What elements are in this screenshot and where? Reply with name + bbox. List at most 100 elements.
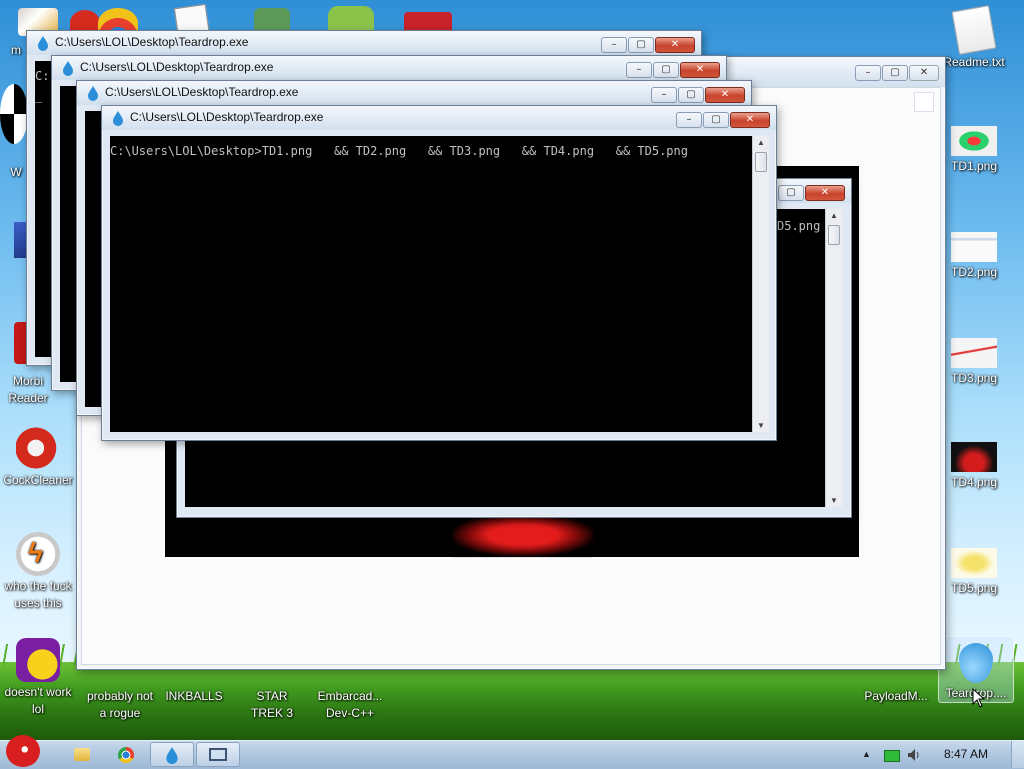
taskbar-chrome-button[interactable] <box>106 742 144 767</box>
minimize-button[interactable]: – <box>651 87 677 103</box>
taskbar-clock[interactable]: 8:47 AM <box>944 747 988 761</box>
taskbar-explorer-button[interactable] <box>62 742 100 767</box>
scroll-up-arrow[interactable]: ▲ <box>826 211 842 220</box>
desktop-icon-label: PayloadM... <box>864 689 928 703</box>
window-switch-icon <box>209 748 227 761</box>
desktop-icon-label: m <box>11 43 21 57</box>
partial-console-text: D5.png <box>777 219 821 233</box>
tray-show-hidden-arrow[interactable]: ▲ <box>862 749 871 759</box>
desktop-icon-label: doesn't work lol <box>4 685 72 716</box>
volume-icon[interactable] <box>906 747 922 763</box>
window-controls: – ▢ ✕ <box>854 65 939 81</box>
desktop-icon-label: Embarcad... Dev-C++ <box>317 689 383 720</box>
close-button[interactable]: ✕ <box>909 65 939 81</box>
desktop-icon-doesnt-work[interactable]: doesn't work lol <box>0 638 76 718</box>
taskbar-teardrop-button[interactable] <box>150 742 194 767</box>
desktop-icon-label: W <box>10 165 22 179</box>
vertical-scrollbar[interactable]: ▲ ▼ <box>752 136 769 432</box>
desktop-icon-td5[interactable]: TD5.png <box>936 548 1012 597</box>
maximize-button[interactable]: ▢ <box>653 62 679 78</box>
maximize-button[interactable]: ▢ <box>778 185 804 201</box>
console-output: C:\Users\LOL\Desktop>TD1.png && TD2.png … <box>110 136 752 432</box>
desktop-icon-readme[interactable]: Readme.txt <box>936 5 1012 71</box>
desktop-icon-td1[interactable]: TD1.png <box>936 126 1012 175</box>
taskbar: ▲ 8:47 AM <box>0 735 1024 769</box>
scroll-down-arrow[interactable]: ▼ <box>826 496 842 505</box>
desktop-icon-inkballs[interactable]: INKBALLS <box>156 688 232 705</box>
minimize-button[interactable]: – <box>601 37 627 53</box>
ccleaner-icon <box>16 426 60 470</box>
minimize-button[interactable]: – <box>626 62 652 78</box>
desktop-icon-payloadm[interactable]: PayloadM... <box>858 688 934 705</box>
chrome-icon <box>118 747 134 763</box>
taskbar-window-button[interactable] <box>196 742 240 767</box>
desktop-icon-label: Morbi Reader <box>8 374 48 405</box>
pinwheel-icon[interactable] <box>0 84 28 144</box>
folder-icon <box>74 748 90 761</box>
small-white-box <box>914 92 934 112</box>
desktop-icon-label: probably not a rogue <box>86 689 154 720</box>
close-button[interactable]: ✕ <box>730 112 770 128</box>
maximize-button[interactable]: ▢ <box>628 37 654 53</box>
td1-thumbnail-icon <box>951 126 997 156</box>
window-controls: – ▢ ✕ <box>650 87 745 103</box>
scroll-thumb[interactable] <box>755 152 767 172</box>
desktop-icon-label: INKBALLS <box>165 689 223 703</box>
close-button[interactable]: ✕ <box>805 185 845 201</box>
battery-icon[interactable] <box>884 750 900 762</box>
window-title: C:\Users\LOL\Desktop\Teardrop.exe <box>55 35 249 49</box>
close-button[interactable]: ✕ <box>655 37 695 53</box>
desktop-icon-label: TD1.png <box>950 159 998 173</box>
scroll-thumb[interactable] <box>828 225 840 245</box>
minimize-button[interactable]: – <box>676 112 702 128</box>
close-button[interactable]: ✕ <box>680 62 720 78</box>
desktop-icon-label: who the fuck uses this <box>4 579 72 610</box>
minimize-button[interactable]: – <box>855 65 881 81</box>
lightning-icon: ϟ <box>16 532 60 576</box>
teardrop-icon <box>166 747 178 764</box>
maximize-button[interactable]: ▢ <box>678 87 704 103</box>
teardrop-icon <box>63 61 73 76</box>
window-title: C:\Users\LOL\Desktop\Teardrop.exe <box>80 60 274 74</box>
angry-bird-start-icon <box>6 735 40 767</box>
window-controls: ▢ ✕ <box>777 185 845 201</box>
desktop: m W Morbi Reader CockCleaner ϟ who the f… <box>0 0 1024 740</box>
desktop-icon-td2[interactable]: TD2.png <box>936 232 1012 281</box>
console-cursor: _ <box>35 89 43 103</box>
teardrop-icon <box>88 86 98 101</box>
desktop-icon-label: Readme.txt <box>943 55 1005 69</box>
window-controls: – ▢ ✕ <box>600 37 695 53</box>
yahoo-messenger-icon <box>16 638 60 682</box>
window-controls: – ▢ ✕ <box>675 112 770 128</box>
td4-red-glow <box>453 514 593 556</box>
td5-thumbnail-icon <box>951 548 997 578</box>
scroll-up-arrow[interactable]: ▲ <box>753 138 769 147</box>
show-desktop-button[interactable] <box>1011 741 1024 768</box>
scroll-down-arrow[interactable]: ▼ <box>753 421 769 430</box>
window-title: C:\Users\LOL\Desktop\Teardrop.exe <box>105 85 299 99</box>
desktop-icon-probably-not-a-rogue[interactable]: probably not a rogue <box>82 688 158 722</box>
teardrop-icon <box>38 36 48 51</box>
vertical-scrollbar[interactable]: ▲ ▼ <box>825 209 842 507</box>
desktop-icon-td4[interactable]: TD4.png <box>936 442 1012 491</box>
window-title: C:\Users\LOL\Desktop\Teardrop.exe <box>130 110 324 124</box>
console-prompt: C: <box>35 69 50 83</box>
desktop-icon-label: TD5.png <box>950 581 998 595</box>
desktop-icon-cockcleaner[interactable]: CockCleaner <box>0 426 76 489</box>
desktop-icon-who-uses-this[interactable]: ϟ who the fuck uses this <box>0 532 76 612</box>
maximize-button[interactable]: ▢ <box>882 65 908 81</box>
desktop-icon-dev-cpp[interactable]: Embarcad... Dev-C++ <box>312 688 388 722</box>
td2-thumbnail-icon <box>951 232 997 262</box>
td3-thumbnail-icon <box>951 338 997 368</box>
console-window-front[interactable]: C:\Users\LOL\Desktop\Teardrop.exe – ▢ ✕ … <box>101 105 777 441</box>
desktop-icon-label: TD4.png <box>950 475 998 489</box>
close-button[interactable]: ✕ <box>705 87 745 103</box>
td4-thumbnail-icon <box>951 442 997 472</box>
maximize-button[interactable]: ▢ <box>703 112 729 128</box>
start-button[interactable] <box>2 733 46 769</box>
desktop-icon-star-trek-3[interactable]: STAR TREK 3 <box>234 688 310 722</box>
desktop-icon-label: TD3.png <box>950 371 998 385</box>
desktop-icon-label: CockCleaner <box>3 473 73 487</box>
window-controls: – ▢ ✕ <box>625 62 720 78</box>
desktop-icon-td3[interactable]: TD3.png <box>936 338 1012 387</box>
